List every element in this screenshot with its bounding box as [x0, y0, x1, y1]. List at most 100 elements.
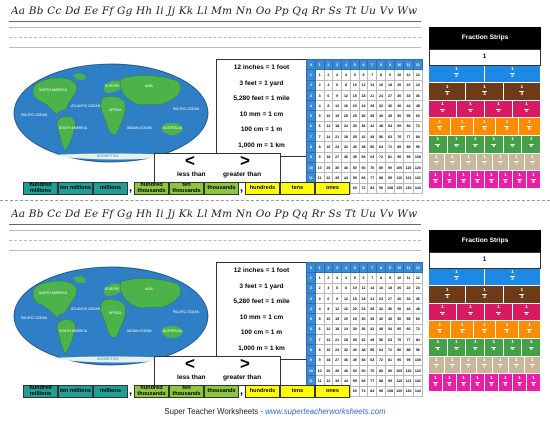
- multiplication-cell: 88: [403, 141, 414, 153]
- map-label: NORTH AMERICA: [39, 88, 68, 92]
- multiplication-cell: 60: [394, 120, 405, 133]
- multiplication-cell: 72: [412, 323, 424, 336]
- fraction-row: 1515151515: [429, 118, 542, 136]
- place-value-box: tens: [280, 385, 315, 398]
- multiplication-cell: 9: [384, 272, 396, 284]
- fraction-row: 1212: [429, 65, 541, 84]
- conversion: 3 feet = 1 yard: [239, 282, 284, 290]
- multiplication-cell: 35: [367, 313, 378, 325]
- conversion: 10 mm = 1 cm: [239, 110, 284, 118]
- rule-line: [9, 230, 421, 231]
- multiplication-cell: 80: [376, 161, 386, 174]
- multiplication-cell: 20: [349, 303, 360, 315]
- multiplication-cell: 44: [403, 100, 414, 112]
- fraction-whole: 1: [430, 50, 540, 65]
- multiplication-cell: 7: [314, 131, 325, 143]
- multiplication-cell: 30: [394, 89, 405, 102]
- place-value-comma: ,: [240, 385, 244, 397]
- fraction-whole-row: 1: [429, 252, 541, 269]
- multiplication-cell: 15: [332, 110, 343, 122]
- place-value-box: ones: [315, 182, 350, 195]
- map-label: EUROPE: [105, 84, 120, 88]
- multiplication-cell: 6: [314, 120, 325, 133]
- multiplication-cell: 90: [384, 161, 396, 174]
- multiplication-cell: 88: [376, 375, 386, 387]
- multiplication-cell: 25: [349, 110, 360, 122]
- multiplication-cell: 40: [394, 100, 405, 112]
- fraction-cell: 16: [503, 338, 523, 356]
- multiplication-cell: 22: [403, 79, 414, 91]
- footer-link[interactable]: www.superteacherworksheets.com: [265, 407, 385, 416]
- map-label: PACIFIC OCEAN: [21, 316, 48, 320]
- map-label: ASIA: [145, 84, 153, 88]
- fraction-cell: 18: [513, 374, 527, 391]
- fraction-cell: 12: [485, 65, 541, 83]
- multiplication-cell: 45: [384, 110, 396, 122]
- multiplication-cell: 80: [394, 141, 405, 153]
- fraction-cell: 15: [518, 118, 542, 135]
- multiplication-cell: 10: [394, 272, 405, 284]
- multiplication-cell: 1: [306, 272, 316, 284]
- multiplication-cell: 12: [341, 292, 351, 305]
- multiplication-cell: 1: [314, 272, 325, 284]
- multiplication-cell: 30: [358, 110, 369, 122]
- place-value-box: hundred millions: [23, 182, 58, 195]
- fraction-cell: 17: [493, 153, 509, 171]
- multiplication-cell: 40: [376, 110, 386, 122]
- map-label: AUSTRALIA: [163, 126, 183, 130]
- fraction-cell: 16: [485, 135, 504, 153]
- fraction-row: 14141414: [429, 303, 541, 322]
- fraction-rows: 1212131313141414141515151515161616161616…: [429, 65, 542, 189]
- multiplication-cell: 60: [394, 323, 405, 336]
- multiplication-cell: 63: [367, 151, 378, 163]
- multiplication-cell: 36: [384, 100, 396, 112]
- multiplication-cell: 84: [412, 131, 424, 143]
- multiplication-cell: 121: [403, 172, 414, 184]
- map-label: AFRICA: [109, 311, 122, 315]
- multiplication-cell: 3: [314, 292, 325, 305]
- multiplication-cell: 20: [349, 100, 360, 112]
- less-than-symbol: <: [185, 151, 195, 170]
- multiplication-cell: 11: [403, 69, 414, 81]
- multiplication-cell: 108: [384, 182, 396, 194]
- fraction-cell: 18: [527, 374, 541, 391]
- rule-line: [9, 21, 421, 22]
- multiplication-cell: 15: [349, 89, 360, 102]
- multiplication-cell: 36: [358, 323, 369, 336]
- multiplication-cell: 2: [323, 58, 334, 71]
- less-than-label: less than: [177, 171, 206, 178]
- multiplication-cell: 55: [349, 375, 360, 387]
- multiplication-cell: 54: [358, 151, 369, 163]
- multiplication-cell: 4: [323, 79, 334, 91]
- multiplication-cell: 10: [349, 79, 360, 91]
- multiplication-cell: 24: [341, 120, 351, 133]
- fraction-row: 1515151515: [429, 321, 542, 339]
- fraction-cell: 17: [477, 153, 493, 171]
- multiplication-cell: 27: [332, 354, 343, 366]
- fraction-cell: 14: [485, 303, 513, 321]
- multiplication-cell: 7: [314, 334, 325, 346]
- multiplication-cell: 132: [412, 375, 424, 387]
- map-label: AUSTRALIA: [163, 329, 183, 333]
- multiplication-cell: 0: [306, 58, 316, 71]
- multiplication-cell: 120: [412, 161, 424, 174]
- multiplication-cell: 20: [394, 79, 405, 91]
- multiplication-cell: 77: [403, 334, 414, 346]
- multiplication-cell: 40: [394, 303, 405, 315]
- multiplication-cell: 6: [323, 89, 334, 102]
- multiplication-cell: 24: [332, 344, 343, 356]
- multiplication-cell: 7: [367, 261, 378, 274]
- multiplication-cell: 9: [306, 354, 316, 366]
- fraction-cell: 14: [513, 303, 541, 321]
- multiplication-cell: 5: [349, 69, 360, 81]
- fraction-cell: 17: [429, 356, 445, 374]
- fraction-cell: 16: [429, 135, 448, 153]
- multiplication-cell: 30: [332, 161, 343, 174]
- multiplication-cell: 32: [341, 141, 351, 153]
- multiplication-cell: 6: [358, 272, 369, 284]
- multiplication-cell: 5: [349, 272, 360, 284]
- multiplication-cell: 96: [376, 385, 386, 397]
- multiplication-cell: 28: [341, 334, 351, 346]
- multiplication-cell: 7: [367, 272, 378, 284]
- multiplication-cell: 60: [358, 364, 369, 377]
